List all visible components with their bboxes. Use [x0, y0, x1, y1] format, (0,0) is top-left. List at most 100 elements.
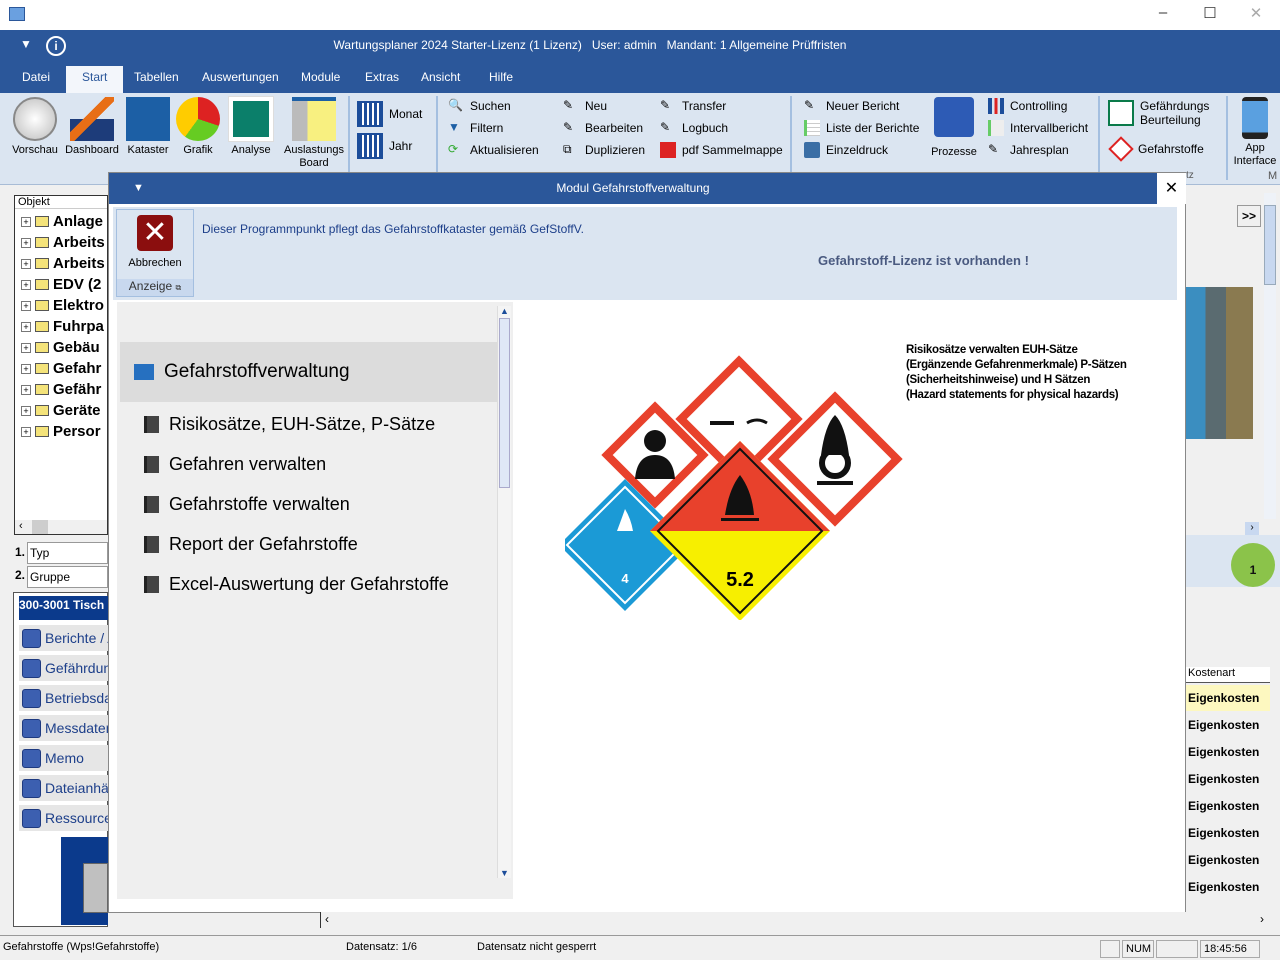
expand-icon[interactable]: + [21, 363, 31, 374]
menu-ansicht[interactable]: Ansicht [421, 70, 460, 84]
einzeldruck-button[interactable]: Einzeldruck [804, 142, 888, 158]
expand-icon[interactable]: + [21, 237, 31, 248]
kostenart-cell[interactable]: Eigenkosten [1186, 685, 1270, 711]
tree-node[interactable]: + Gefahr [21, 360, 101, 377]
grafik-button[interactable]: Grafik [174, 97, 222, 157]
left-nav-label: Ressource [45, 810, 108, 826]
expand-icon[interactable]: + [21, 405, 31, 416]
menu-module[interactable]: Module [301, 70, 340, 84]
menu-start[interactable]: Start [66, 66, 124, 93]
menu-extras[interactable]: Extras [365, 70, 399, 84]
kostenart-cell[interactable]: Eigenkosten [1186, 847, 1270, 873]
expand-icon[interactable]: + [21, 258, 31, 269]
close-button[interactable]: ✕ [1233, 4, 1279, 26]
logbuch-button[interactable]: ✎ Logbuch [660, 120, 728, 136]
filter-typ-input[interactable]: Typ [27, 542, 108, 564]
left-nav-item[interactable]: Dateianhän [19, 775, 108, 801]
tree-node[interactable]: + Gefähr [21, 381, 101, 398]
menu-tabellen[interactable]: Tabellen [134, 70, 179, 84]
liste-berichte-button[interactable]: Liste der Berichte [804, 120, 919, 136]
kostenart-cell[interactable]: Eigenkosten [1186, 712, 1270, 738]
modal-close-button[interactable]: ✕ [1157, 173, 1186, 204]
aktualisieren-button[interactable]: ⟳ Aktualisieren [448, 142, 539, 158]
duplizieren-button[interactable]: ⧉ Duplizieren [563, 142, 645, 158]
expand-icon[interactable]: + [21, 279, 31, 290]
tree-node[interactable]: + EDV (2 [21, 276, 101, 293]
section-header[interactable]: Gefahrstoffverwaltung [120, 342, 497, 402]
expand-icon[interactable]: + [21, 216, 31, 227]
neuer-bericht-button[interactable]: ✎ Neuer Bericht [804, 98, 899, 114]
left-nav-item[interactable]: Ressource [19, 805, 108, 831]
dashboard-button[interactable]: Dashboard [64, 97, 120, 157]
left-nav-item[interactable]: Memo [19, 745, 108, 771]
bearbeiten-label: Bearbeiten [585, 121, 644, 135]
kostenart-cell[interactable]: Eigenkosten [1186, 766, 1270, 792]
module-menu-item[interactable]: Report der Gefahrstoffe [144, 534, 358, 555]
filtern-button[interactable]: ▼ Filtern [448, 120, 503, 136]
module-menu-item[interactable]: Gefahren verwalten [144, 454, 326, 475]
tree-node[interactable]: + Anlage [21, 213, 103, 230]
kostenart-cell[interactable]: Eigenkosten [1186, 739, 1270, 765]
kostenart-cell[interactable]: Eigenkosten [1186, 820, 1270, 846]
tree-node[interactable]: + Elektro [21, 297, 104, 314]
tree-node[interactable]: + Geräte [21, 402, 101, 419]
scroll-right-button[interactable]: › [1245, 522, 1259, 535]
expand-button[interactable]: >> [1237, 205, 1261, 227]
filter-gruppe-input[interactable]: Gruppe [27, 566, 108, 588]
maximize-button[interactable]: ☐ [1187, 4, 1233, 26]
jahr-button[interactable]: Jahr [357, 133, 412, 159]
kostenart-cell[interactable]: Eigenkosten [1186, 874, 1270, 900]
kataster-button[interactable]: Kataster [124, 97, 172, 157]
auslastungs-board-button[interactable]: Auslastungs Board [282, 97, 346, 170]
module-menu-item[interactable]: Gefahrstoffe verwalten [144, 494, 350, 515]
left-nav-item[interactable]: Betriebsda [19, 685, 108, 711]
menu-scrollbar[interactable]: ▲ ▼ [497, 306, 511, 878]
expand-icon[interactable]: + [21, 321, 31, 332]
expand-icon[interactable]: + [21, 342, 31, 353]
object-tree[interactable]: Objekt + Anlage + Arbeits + Arbeits + EDV (2 + El… [14, 195, 108, 535]
app-interface-button[interactable]: App Interface [1230, 97, 1280, 168]
bearbeiten-button[interactable]: ✎ Bearbeiten [563, 120, 643, 136]
tree-node[interactable]: + Arbeits [21, 255, 105, 272]
tree-node[interactable]: + Gebäu [21, 339, 100, 356]
jahresplan-button[interactable]: ✎ Jahresplan [988, 142, 1069, 158]
dropdown-icon[interactable]: ▼ [133, 173, 144, 204]
controlling-button[interactable]: Controlling [988, 98, 1067, 114]
list-icon [804, 120, 820, 136]
tree-node-label: Gefahr [53, 360, 102, 377]
bottom-hscrollbar[interactable]: ‹ › [320, 912, 1270, 928]
menu-hilfe[interactable]: Hilfe [489, 70, 513, 84]
transfer-button[interactable]: ✎ Transfer [660, 98, 726, 114]
expand-icon[interactable]: + [21, 384, 31, 395]
minimize-button[interactable]: – [1140, 4, 1186, 26]
gefaehrdungsbeurteilung-button[interactable]: Gefährdungs Beurteilung [1108, 99, 1216, 127]
module-menu-item[interactable]: Risikosätze, EUH-Sätze, P-Sätze [144, 414, 435, 435]
selected-record[interactable]: 300-3001 Tisch [19, 596, 108, 620]
expand-icon[interactable]: + [21, 426, 31, 437]
monat-button[interactable]: Monat [357, 101, 422, 127]
left-nav-item[interactable]: Gefährdung [19, 655, 108, 681]
gefahrstoffe-button[interactable]: Gefahrstoffe [1108, 136, 1204, 162]
tree-node[interactable]: + Persor [21, 423, 101, 440]
neu-button[interactable]: ✎ Neu [563, 98, 607, 114]
vorschau-button[interactable]: Vorschau [9, 97, 61, 157]
menu-datei[interactable]: Datei [22, 70, 50, 84]
expand-icon[interactable]: + [21, 300, 31, 311]
module-menu-item[interactable]: Excel-Auswertung der Gefahrstoffe [144, 574, 449, 595]
pdf-sammelmappe-button[interactable]: pdf Sammelmappe [660, 142, 783, 158]
vertical-scrollbar[interactable] [1264, 193, 1276, 519]
suchen-button[interactable]: 🔍 Suchen [448, 98, 511, 114]
abbrechen-button[interactable]: ✕ Abbrechen [117, 211, 193, 269]
prozesse-button[interactable]: Prozesse [928, 97, 980, 159]
left-nav-item[interactable]: Berichte / A [19, 625, 108, 651]
tree-node[interactable]: + Arbeits [21, 234, 105, 251]
user-status-icon[interactable]: 1 [1231, 543, 1275, 587]
menu-auswertungen[interactable]: Auswertungen [202, 70, 279, 84]
analyse-button[interactable]: Analyse [226, 96, 276, 157]
tree-hscrollbar[interactable]: ‹ [15, 520, 107, 534]
kostenart-cell[interactable]: Eigenkosten [1186, 793, 1270, 819]
jahresplan-label: Jahresplan [1010, 143, 1069, 157]
tree-node[interactable]: + Fuhrpa [21, 318, 104, 335]
left-nav-item[interactable]: Messdaten [19, 715, 108, 741]
intervallbericht-button[interactable]: Intervallbericht [988, 120, 1088, 136]
